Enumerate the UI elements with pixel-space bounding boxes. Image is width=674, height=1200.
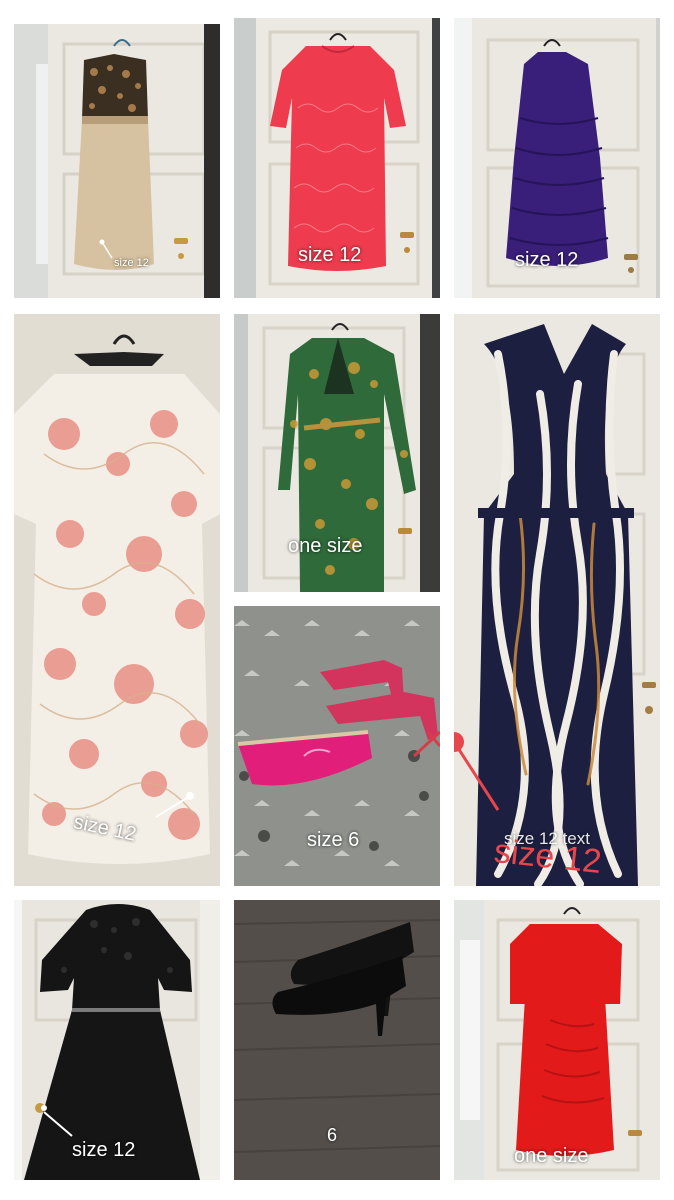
- caption-size-label: size 12: [298, 244, 362, 266]
- caption-size-label: size 12: [72, 1139, 136, 1161]
- red-dress-image: [454, 900, 660, 1180]
- caption-size-label: one size: [514, 1145, 589, 1167]
- floral-dress-image: [14, 314, 220, 886]
- black-dress-image: [14, 900, 220, 1180]
- caption-size-label: one size: [288, 535, 363, 557]
- photo-black-lace-dress[interactable]: size 12: [14, 900, 220, 1180]
- photo-leopard-dress[interactable]: size 12: [14, 24, 220, 298]
- photo-coral-lace-dress[interactable]: size 12: [234, 18, 440, 298]
- photo-floral-dress[interactable]: size 12: [14, 314, 220, 886]
- photo-black-shoes[interactable]: 6: [234, 900, 440, 1180]
- photo-striped-jumpsuit[interactable]: size 12 text size 12: [454, 314, 660, 886]
- photo-shoes-and-clutch[interactable]: size 6: [234, 606, 440, 886]
- caption-size-label: size 6: [307, 829, 360, 851]
- jumpsuit-image: [454, 314, 660, 886]
- caption-size-label: size 12: [515, 249, 579, 271]
- photo-red-dress[interactable]: one size: [454, 900, 660, 1180]
- caption-size-label: 6: [327, 1125, 338, 1145]
- photo-green-dress[interactable]: one size: [234, 314, 440, 592]
- caption-size-label: size 12: [114, 257, 149, 269]
- photo-purple-dress[interactable]: size 12: [454, 18, 660, 298]
